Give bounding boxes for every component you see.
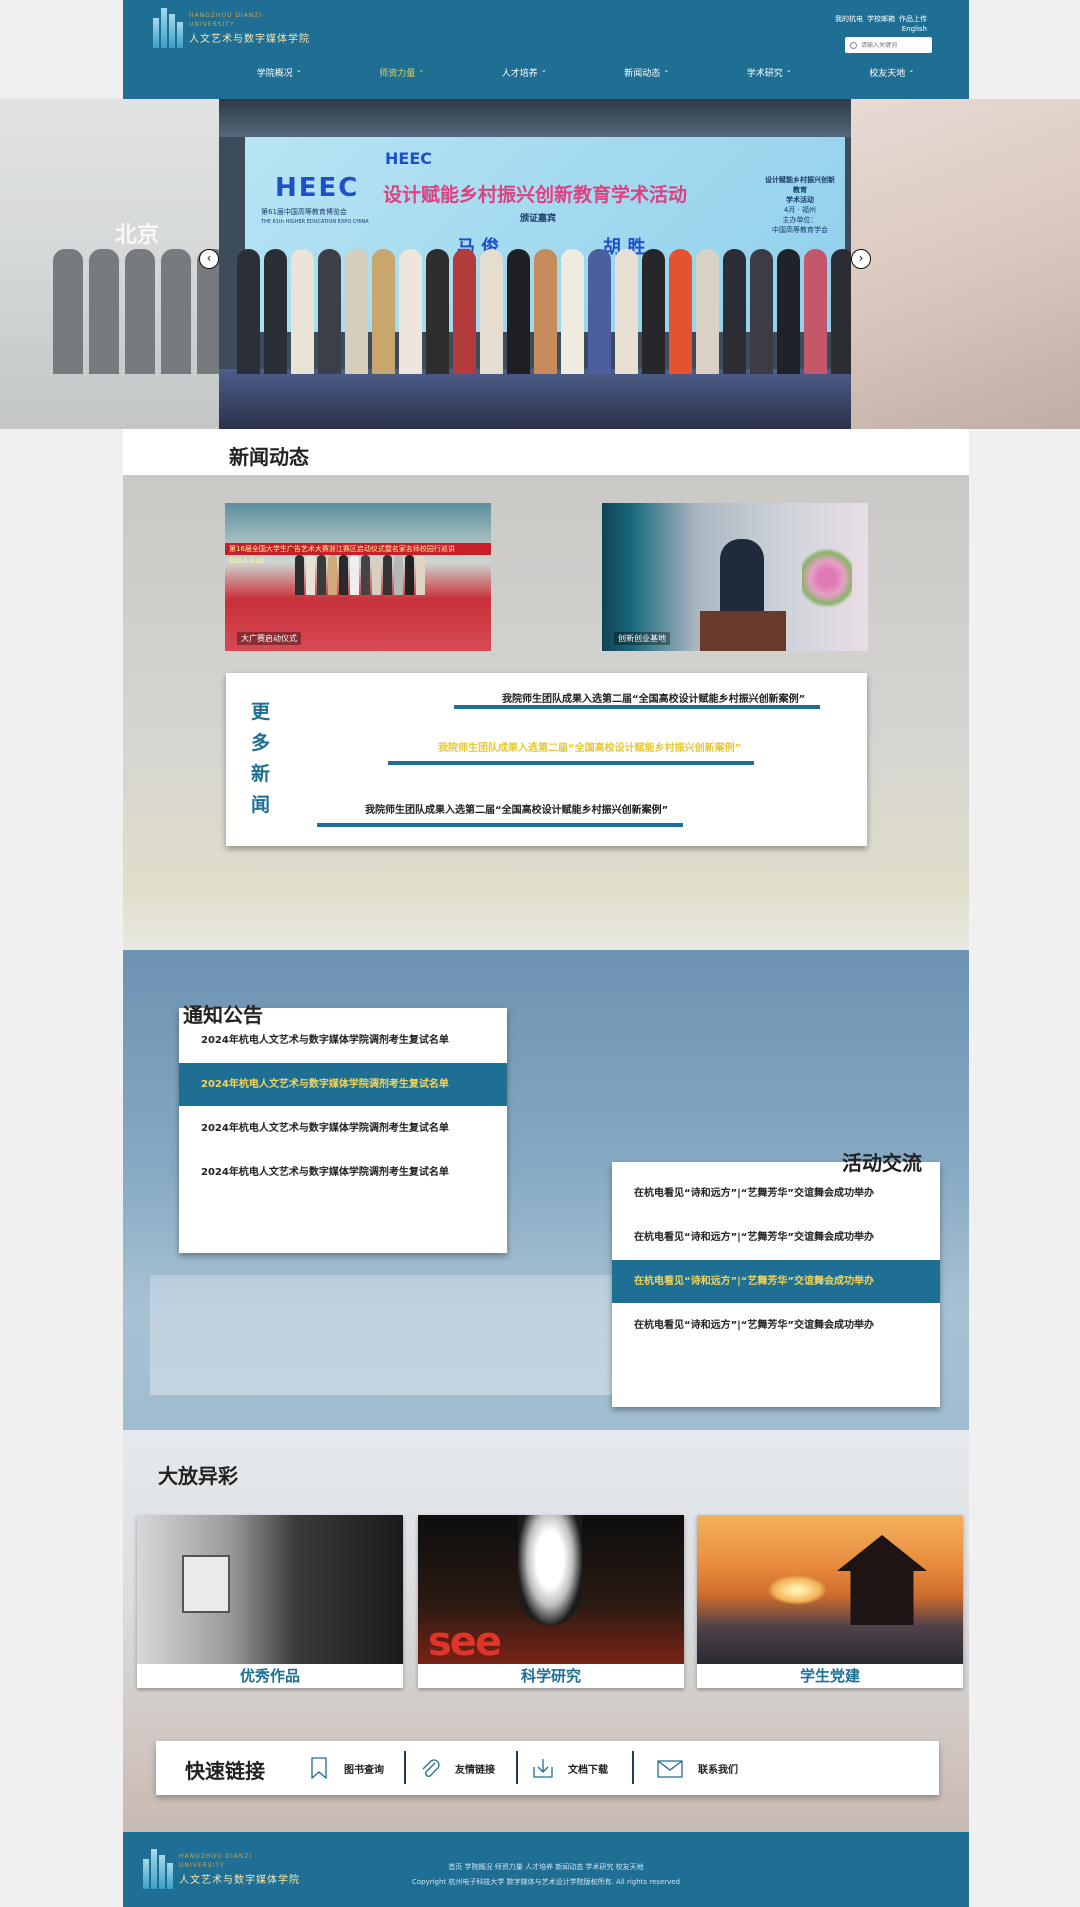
search-box — [845, 37, 932, 53]
research-image-text: see — [428, 1619, 502, 1664]
slide-side-text: 设计赋能乡村振兴创新教育 学术活动 4月 · 福州 主办单位： 中国高等教育学会 — [765, 176, 835, 234]
logo-en-line1: HANGZHOU DIANZI — [189, 11, 263, 19]
language-switch-english[interactable]: English — [902, 25, 927, 33]
news-list-item[interactable]: 我院师生团队成果入选第二届“全国高校设计赋能乡村振兴创新案例” — [502, 690, 805, 705]
notice-list-box: 2024年杭电人文艺术与数字媒体学院调剂考生复试名单 2024年杭电人文艺术与数… — [179, 1008, 507, 1253]
quick-link-contact[interactable]: 联系我们 — [656, 1751, 738, 1785]
top-links: 我的杭电 学校邮箱 作品上传 — [835, 14, 927, 24]
showcase-card-works[interactable]: 优秀作品 — [137, 1515, 403, 1688]
showcase-card-research[interactable]: see 科学研究 — [418, 1515, 684, 1688]
carousel-current-slide[interactable]: HEEC HEEC 第61届中国高等教育博览会 THE 61th HIGHER E… — [219, 99, 851, 429]
paperclip-icon — [422, 1759, 440, 1777]
top-link-mail[interactable]: 学校邮箱 — [867, 14, 895, 24]
nav-item-news[interactable]: 新闻动态 ⌄ — [586, 66, 709, 92]
carousel-next-button[interactable]: › — [851, 249, 871, 269]
party-image — [697, 1515, 963, 1664]
search-icon[interactable] — [850, 41, 857, 49]
news-image-caption-1: 大广赛启动仪式 — [237, 632, 301, 645]
chevron-right-icon: › — [858, 251, 864, 265]
search-input[interactable] — [861, 41, 931, 49]
footer-logo-en-line1: HANGZHOU DIANZI — [179, 1852, 253, 1860]
news-list-item[interactable]: 我院师生团队成果入选第二届“全国高校设计赋能乡村振兴创新案例” — [438, 739, 741, 754]
news-item-underline — [317, 823, 683, 827]
site-header: HANGZHOU DIANZI UNIVERSITY 人文艺术与数字媒体学院 我… — [123, 0, 969, 99]
chevron-down-icon: ⌄ — [540, 66, 547, 74]
nav-item-alumni[interactable]: 校友天地 ⌄ — [831, 66, 954, 92]
slide-heec-logo: HEEC — [275, 173, 360, 203]
showcase-card-label: 科学研究 — [520, 1667, 581, 1685]
showcase-card-party[interactable]: 学生党建 — [697, 1515, 963, 1688]
carousel-next-slide-preview — [851, 99, 1080, 429]
carousel-prev-slide-preview: 北京 — [0, 99, 227, 429]
slide-title: 设计赋能乡村振兴创新教育学术活动 — [383, 184, 688, 206]
showcase-card-label: 学生党建 — [799, 1667, 860, 1685]
more-news-title[interactable]: 更多新闻 — [251, 697, 275, 821]
top-link-upload[interactable]: 作品上传 — [899, 14, 927, 24]
works-image — [137, 1515, 403, 1664]
carousel-prev-button[interactable]: ‹ — [199, 249, 219, 269]
chevron-down-icon: ⌄ — [418, 66, 425, 74]
quick-link-friends[interactable]: 友情链接 — [419, 1751, 495, 1785]
news-item-underline — [388, 761, 754, 765]
slide-group-photo — [237, 249, 851, 374]
activity-item-active[interactable]: 在杭电看见“诗和远方”|“艺舞芳华”交谊舞会成功举办 — [612, 1260, 940, 1303]
chevron-down-icon: ⌄ — [908, 66, 915, 74]
chevron-down-icon: ⌄ — [785, 66, 792, 74]
nav-item-faculty[interactable]: 师资力量 ⌄ — [341, 66, 464, 92]
footer-links[interactable]: 首页 学院概况 师资力量 人才培养 新闻动态 学术研究 校友天地 — [123, 1862, 969, 1872]
download-icon — [533, 1759, 553, 1778]
showcase-card-label: 优秀作品 — [239, 1667, 300, 1685]
site-footer: HANGZHOU DIANZI UNIVERSITY 人文艺术与数字媒体学院 首… — [123, 1832, 969, 1907]
research-image: see — [418, 1515, 684, 1664]
quick-link-downloads[interactable]: 文档下载 — [532, 1751, 608, 1785]
notice-item-active[interactable]: 2024年杭电人文艺术与数字媒体学院调剂考生复试名单 — [179, 1063, 507, 1106]
news-image-card-1[interactable]: 第16届全国大学生广告艺术大赛浙江赛区启动仪式暨名家名师校园行巡讲 2024.4… — [225, 503, 491, 651]
chevron-down-icon: ⌄ — [295, 66, 302, 74]
bookmark-icon — [311, 1757, 327, 1779]
slide-subtitle: 颁证嘉宾 — [520, 214, 557, 224]
nav-item-about[interactable]: 学院概况 ⌄ — [218, 66, 341, 92]
activity-item[interactable]: 在杭电看见“诗和远方”|“艺舞芳华”交谊舞会成功举办 — [612, 1172, 940, 1215]
quick-links-title: 快速链接 — [185, 1759, 265, 1783]
activity-section-title: 活动交流 — [842, 1151, 922, 1175]
showcase-section-title: 大放异彩 — [158, 1464, 238, 1488]
footer-copyright: Copyright 杭州电子科技大学 数字媒体与艺术设计学院版权所有. All … — [411, 1878, 681, 1886]
logo-mark-icon — [153, 8, 183, 48]
activity-item[interactable]: 在杭电看见“诗和远方”|“艺舞芳华”交谊舞会成功举办 — [612, 1216, 940, 1259]
activity-list-box: 在杭电看见“诗和远方”|“艺舞芳华”交谊舞会成功举办 在杭电看见“诗和远方”|“… — [612, 1162, 940, 1407]
quick-links-bar: 快速链接 图书查询 友情链接 文档下载 联系我们 — [156, 1741, 939, 1795]
news-list-item[interactable]: 我院师生团队成果入选第二届“全国高校设计赋能乡村振兴创新案例” — [365, 801, 668, 816]
logo-cn: 人文艺术与数字媒体学院 — [189, 33, 310, 45]
news-image-card-2[interactable]: 创新创业基地 — [602, 503, 868, 651]
notice-item[interactable]: 2024年杭电人文艺术与数字媒体学院调剂考生复试名单 — [179, 1107, 507, 1150]
notice-section-title: 通知公告 — [183, 1003, 263, 1027]
slide-expo-name: 第61届中国高等教育博览会 THE 61th HIGHER EDUCATION E… — [261, 208, 369, 225]
top-link-my-hdu[interactable]: 我的杭电 — [835, 14, 863, 24]
slide-heec-small: HEEC — [385, 149, 432, 168]
quick-link-library[interactable]: 图书查询 — [308, 1751, 384, 1785]
logo-en-line2: UNIVERSITY — [189, 20, 235, 28]
notice-item[interactable]: 2024年杭电人文艺术与数字媒体学院调剂考生复试名单 — [179, 1151, 507, 1194]
mail-icon — [657, 1760, 683, 1778]
more-news-box: 更多新闻 我院师生团队成果入选第二届“全国高校设计赋能乡村振兴创新案例” 我院师… — [226, 673, 867, 846]
site-logo[interactable]: HANGZHOU DIANZI UNIVERSITY 人文艺术与数字媒体学院 — [153, 8, 310, 48]
main-nav: 学院概况 ⌄ 师资力量 ⌄ 人才培养 ⌄ 新闻动态 ⌄ 学术研究 ⌄ 校友天地 ⌄ — [218, 66, 953, 92]
news-section-title: 新闻动态 — [229, 445, 309, 469]
nav-item-education[interactable]: 人才培养 ⌄ — [463, 66, 586, 92]
news-image-caption-2: 创新创业基地 — [614, 632, 670, 645]
news-image-1-banner: 第16届全国大学生广告艺术大赛浙江赛区启动仪式暨名家名师校园行巡讲 2024.4… — [225, 543, 491, 565]
nav-item-research[interactable]: 学术研究 ⌄ — [708, 66, 831, 92]
news-item-underline — [454, 705, 820, 709]
chevron-down-icon: ⌄ — [663, 66, 670, 74]
chevron-left-icon: ‹ — [206, 251, 212, 265]
activity-item[interactable]: 在杭电看见“诗和远方”|“艺舞芳华”交谊舞会成功举办 — [612, 1304, 940, 1347]
hero-carousel: 北京 HEEC HEEC 第61届中国高等教育博览会 THE 61th HIGHE… — [0, 99, 1080, 429]
